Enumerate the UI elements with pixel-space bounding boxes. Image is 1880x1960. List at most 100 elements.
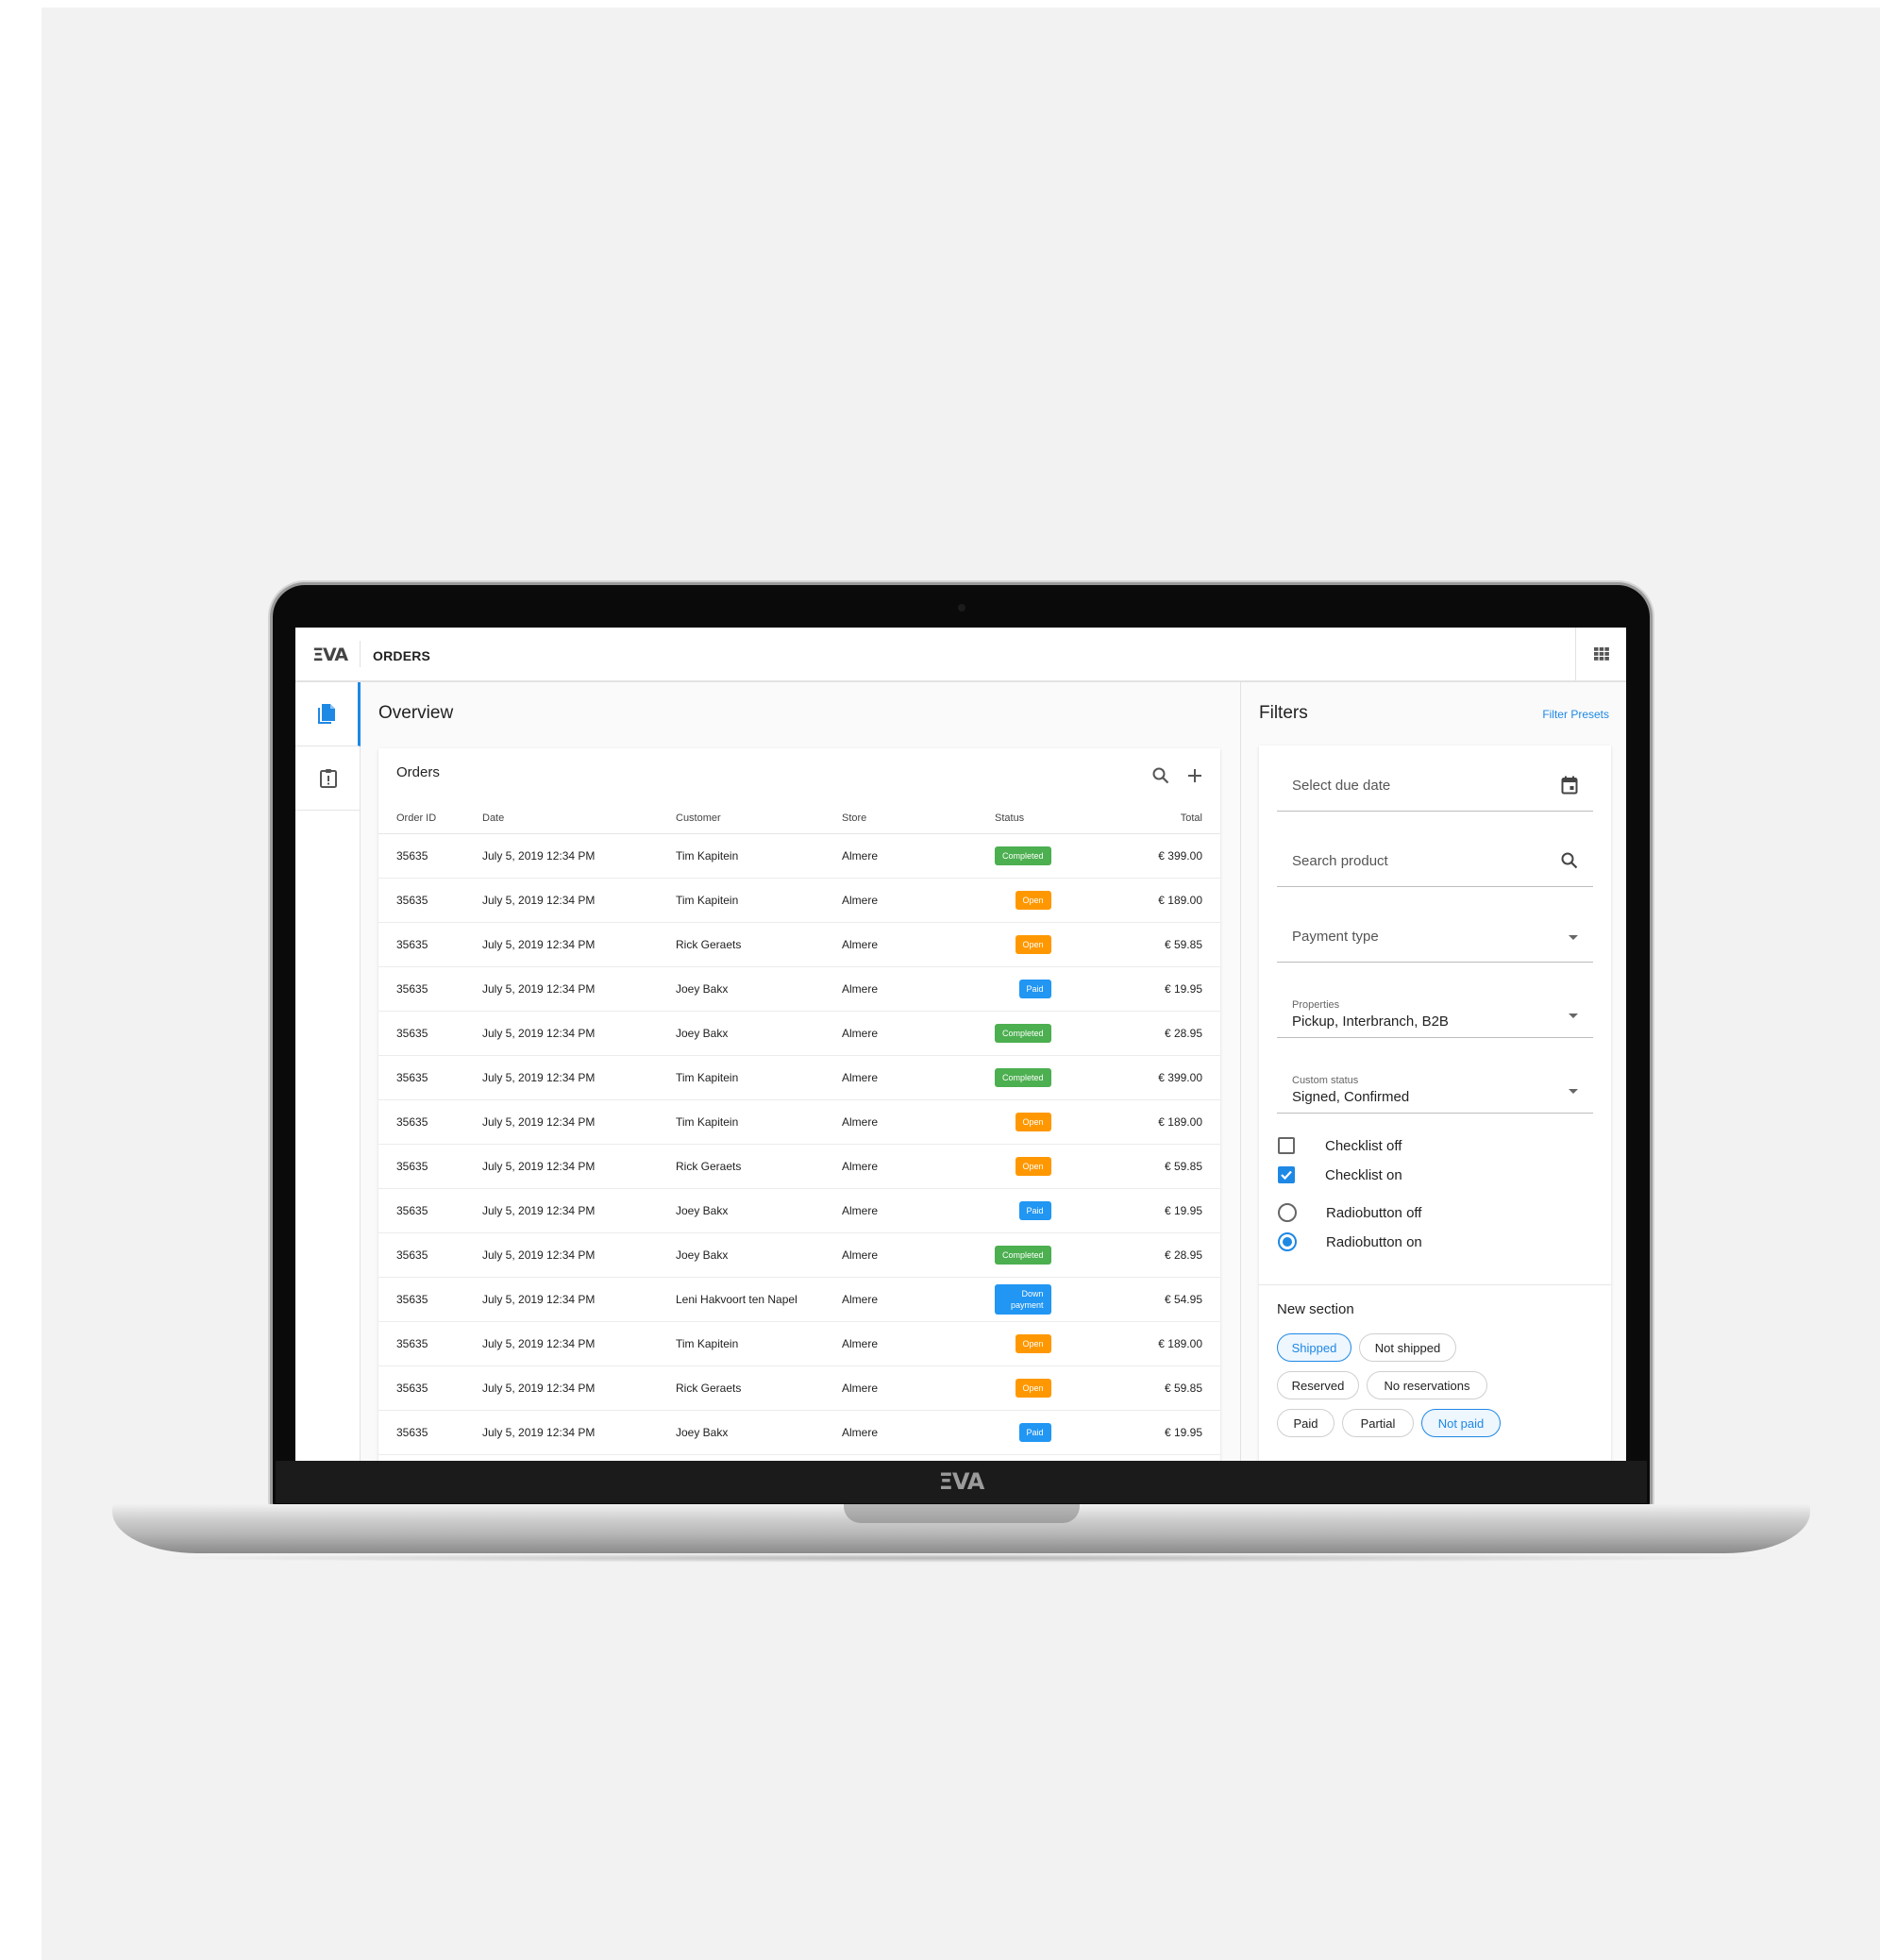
top-bar: ΞVA ORDERS <box>295 628 1626 682</box>
status-badge: Open <box>1015 1378 1051 1398</box>
table-row[interactable]: 35635 July 5, 2019 12:34 PM Joey Bakx Almer… <box>378 966 1220 1012</box>
checkbox-checked[interactable] <box>1278 1166 1295 1183</box>
table-row[interactable]: 35635 July 5, 2019 12:34 PM Joey Bakx Almer… <box>378 1410 1220 1455</box>
radio-on-option[interactable]: Radiobutton on <box>1278 1232 1422 1251</box>
store-cell: Almere <box>842 922 995 967</box>
column-header-customer[interactable]: Customer <box>676 803 842 834</box>
status-cell: Completed <box>995 1011 1092 1056</box>
store-cell: Almere <box>842 1055 995 1100</box>
total-cell: € 19.95 <box>1091 1188 1220 1233</box>
date-cell: July 5, 2019 12:34 PM <box>482 1099 676 1145</box>
table-row[interactable]: 35635 July 5, 2019 12:34 PM Rick Geraets Al… <box>378 922 1220 967</box>
radio-selected[interactable] <box>1278 1232 1297 1251</box>
column-header-date[interactable]: Date <box>482 803 676 834</box>
payment-type-select[interactable]: Payment type <box>1277 887 1593 963</box>
apps-button[interactable] <box>1575 628 1626 680</box>
date-cell: July 5, 2019 12:34 PM <box>482 1321 676 1366</box>
page-title: ORDERS <box>373 648 431 663</box>
filters-panel: Filters Filter Presets Select due date S… <box>1240 682 1626 1461</box>
column-header-order-id[interactable]: Order ID <box>378 803 482 834</box>
laptop-chin: ΞVA <box>276 1461 1647 1503</box>
table-row[interactable]: 35635 July 5, 2019 12:34 PM Tim Kapitein Al… <box>378 1321 1220 1366</box>
checklist-off-label: Checklist off <box>1325 1137 1402 1154</box>
due-date-placeholder: Select due date <box>1292 778 1391 794</box>
store-cell: Almere <box>842 966 995 1012</box>
table-row[interactable]: 35635 July 5, 2019 12:34 PM Tim Kapitein Al… <box>378 1099 1220 1145</box>
sidebar-item-tasks[interactable] <box>295 746 361 811</box>
table-row[interactable]: 35635 July 5, 2019 12:34 PM Tim Kapitein Al… <box>378 1055 1220 1100</box>
table-header-row: Order ID Date Customer Store Status Tota… <box>378 803 1220 834</box>
chip-not-paid[interactable]: Not paid <box>1421 1409 1501 1437</box>
order-id-cell: 35635 <box>378 922 482 967</box>
store-cell: Almere <box>842 1099 995 1145</box>
chip-partial[interactable]: Partial <box>1342 1409 1414 1437</box>
customer-cell: Joey Bakx <box>676 1188 842 1233</box>
column-header-store[interactable]: Store <box>842 803 995 834</box>
status-badge: Open <box>1015 1333 1051 1353</box>
order-id-cell: 35635 <box>378 878 482 923</box>
checklist-off-option[interactable]: Checklist off <box>1278 1137 1402 1154</box>
table-row[interactable]: 35635 July 5, 2019 12:34 PM Rick Geraets Al… <box>378 1365 1220 1411</box>
eva-logo[interactable]: ΞVA <box>312 645 348 665</box>
column-header-status[interactable]: Status <box>995 803 1092 834</box>
custom-status-select[interactable]: Custom status Signed, Confirmed <box>1277 1038 1593 1114</box>
status-cell: Completed <box>995 1055 1092 1100</box>
table-row[interactable]: 35635 July 5, 2019 12:34 PM Tim Kapitein Al… <box>378 833 1220 879</box>
store-cell: Almere <box>842 1011 995 1056</box>
filter-presets-link[interactable]: Filter Presets <box>1542 708 1609 721</box>
table-row[interactable]: 35635 July 5, 2019 12:34 PM Rick Geraets Al… <box>378 1144 1220 1189</box>
add-icon[interactable] <box>1186 767 1203 784</box>
status-cell: Open <box>995 922 1092 967</box>
customer-cell: Joey Bakx <box>676 1232 842 1278</box>
status-badge: Paid <box>1018 979 1051 998</box>
orders-card-title: Orders <box>396 764 440 780</box>
chip-reserved[interactable]: Reserved <box>1277 1371 1359 1399</box>
total-cell: € 399.00 <box>1091 833 1220 879</box>
status-badge: Paid <box>1018 1200 1051 1220</box>
date-cell: July 5, 2019 12:34 PM <box>482 1144 676 1189</box>
column-header-total[interactable]: Total <box>1091 803 1220 834</box>
clipboard-alert-icon <box>319 768 337 788</box>
caret-down-icon <box>1569 1089 1578 1094</box>
order-id-cell: 35635 <box>378 1277 482 1322</box>
table-row[interactable]: 35635 July 5, 2019 12:34 PM Tim Kapitein Al… <box>378 878 1220 923</box>
store-cell: Almere <box>842 1365 995 1411</box>
search-icon[interactable] <box>1152 767 1169 784</box>
chip-not-shipped[interactable]: Not shipped <box>1359 1333 1456 1362</box>
due-date-field[interactable]: Select due date <box>1277 745 1593 812</box>
properties-select[interactable]: Properties Pickup, Interbranch, B2B <box>1277 963 1593 1038</box>
search-product-icon <box>1561 852 1578 869</box>
search-product-field[interactable]: Search product <box>1277 812 1593 887</box>
chip-no-reservations[interactable]: No reservations <box>1367 1371 1487 1399</box>
status-cell: Paid <box>995 966 1092 1012</box>
order-id-cell: 35635 <box>378 966 482 1012</box>
properties-value: Pickup, Interbranch, B2B <box>1292 1014 1449 1030</box>
new-section-title: New section <box>1277 1301 1354 1317</box>
status-cell: Down payment <box>995 1277 1092 1322</box>
status-cell: Open <box>995 1365 1092 1411</box>
status-badge: Open <box>1015 934 1051 954</box>
customer-cell: Tim Kapitein <box>676 1321 842 1366</box>
documents-icon <box>318 703 335 724</box>
chip-paid[interactable]: Paid <box>1277 1409 1334 1437</box>
total-cell: € 28.95 <box>1091 1232 1220 1278</box>
sidebar-item-orders[interactable] <box>295 682 361 746</box>
chip-label: Not shipped <box>1374 1340 1441 1355</box>
radio-off-option[interactable]: Radiobutton off <box>1278 1203 1421 1222</box>
date-cell: July 5, 2019 12:34 PM <box>482 1232 676 1278</box>
table-row[interactable]: 35635 July 5, 2019 12:34 PM Joey Bakx Almer… <box>378 1188 1220 1233</box>
checkbox-unchecked[interactable] <box>1278 1137 1295 1154</box>
checklist-on-option[interactable]: Checklist on <box>1278 1166 1402 1183</box>
chip-label: No reservations <box>1384 1378 1470 1393</box>
customer-cell: Tim Kapitein <box>676 1099 842 1145</box>
store-cell: Almere <box>842 878 995 923</box>
radio-on-label: Radiobutton on <box>1326 1233 1422 1250</box>
table-row[interactable]: 35635 July 5, 2019 12:34 PM Joey Bakx Almer… <box>378 1011 1220 1056</box>
table-row[interactable]: 35635 July 5, 2019 12:34 PM Leni Hakvoort … <box>378 1277 1220 1322</box>
status-cell: Open <box>995 1144 1092 1189</box>
order-id-cell: 35635 <box>378 1011 482 1056</box>
table-row[interactable]: 35635 July 5, 2019 12:34 PM Joey Bakx Almer… <box>378 1232 1220 1278</box>
customer-cell: Rick Geraets <box>676 1144 842 1189</box>
radio-unselected[interactable] <box>1278 1203 1297 1222</box>
chip-shipped[interactable]: Shipped <box>1277 1333 1351 1362</box>
